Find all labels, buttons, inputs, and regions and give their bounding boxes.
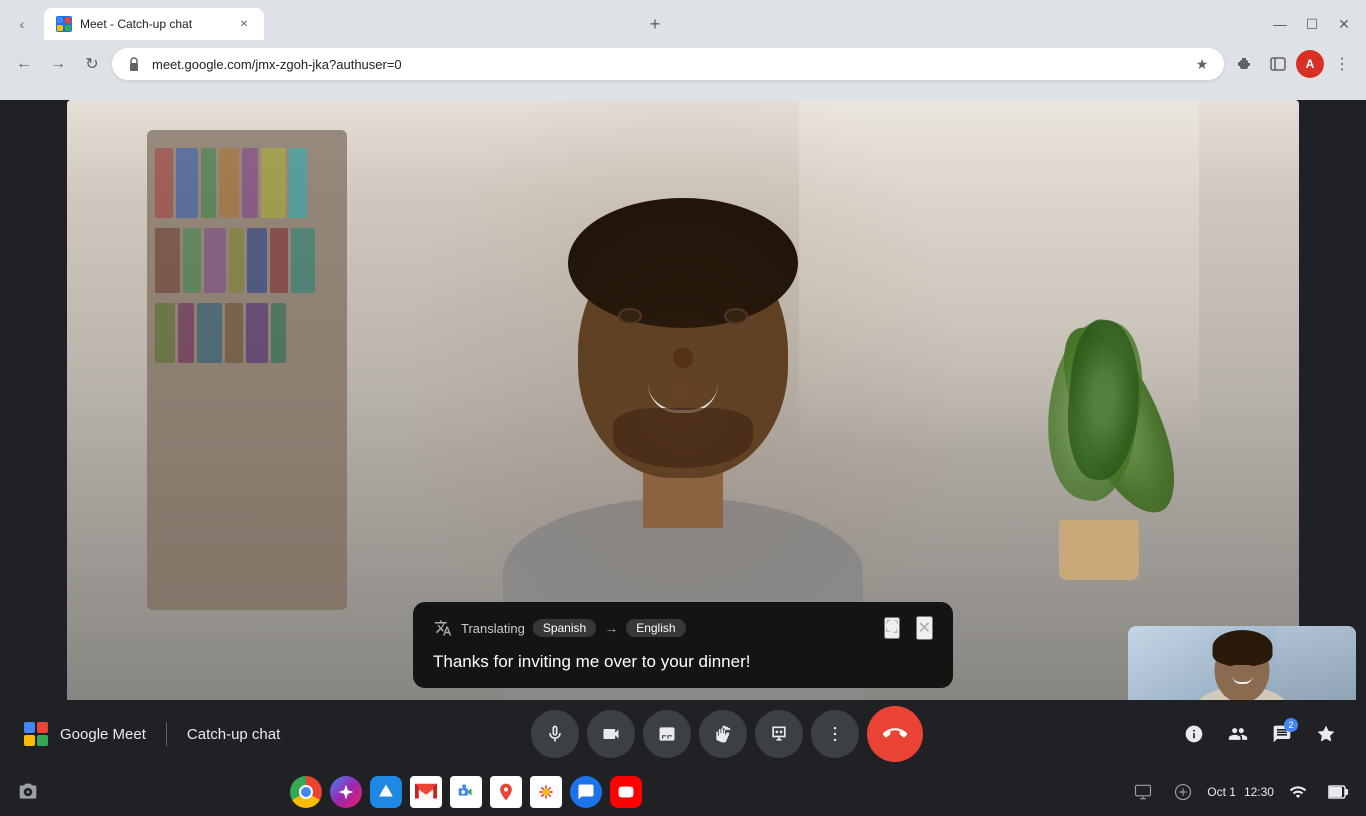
system-tray: Oct 1 12:30 xyxy=(1127,776,1354,808)
nav-controls: ← → ↻ xyxy=(8,48,108,80)
drive-icon[interactable] xyxy=(370,776,402,808)
tray-add-icon[interactable] xyxy=(1167,776,1199,808)
camera-button[interactable] xyxy=(587,710,635,758)
tab-bar: ‹ Meet - Catch-up chat ✕ + — ☐ xyxy=(0,0,1366,40)
from-language-badge: Spanish xyxy=(533,619,596,637)
arrow-icon: → xyxy=(604,620,618,636)
extensions-button[interactable] xyxy=(1228,48,1260,80)
maximize-button[interactable]: ☐ xyxy=(1298,10,1326,38)
google-g-icon xyxy=(24,722,48,746)
translation-text: Thanks for inviting me over to your dinn… xyxy=(433,650,933,674)
chat-button[interactable]: 2 xyxy=(1262,714,1302,754)
person-head xyxy=(578,228,788,478)
screenshot-icon[interactable] xyxy=(12,776,44,808)
taskbar-center xyxy=(290,776,642,808)
microphone-button[interactable] xyxy=(531,710,579,758)
to-language-badge: English xyxy=(626,619,685,637)
reload-button[interactable]: ↻ xyxy=(76,48,108,80)
chat-badge: 2 xyxy=(1284,718,1298,732)
center-controls xyxy=(531,706,923,762)
self-head xyxy=(1215,638,1270,703)
g-blue xyxy=(24,722,35,733)
chrome-icon[interactable] xyxy=(290,776,322,808)
present-button[interactable] xyxy=(755,710,803,758)
meet-divider xyxy=(166,722,167,746)
address-bar-row: ← → ↻ meet.google.com/jmx-zgoh-jka?authu… xyxy=(0,40,1366,88)
translate-icon xyxy=(433,618,453,638)
g-red xyxy=(37,722,48,733)
youtube-icon[interactable] xyxy=(610,776,642,808)
taskbar-right: Oct 1 12:30 xyxy=(1127,776,1354,808)
time-text: 12:30 xyxy=(1244,785,1274,799)
wifi-icon[interactable] xyxy=(1282,776,1314,808)
tray-screenshot-icon[interactable] xyxy=(1127,776,1159,808)
activities-button[interactable] xyxy=(1306,714,1346,754)
chrome-inner xyxy=(299,785,313,799)
translating-label: Translating xyxy=(461,621,525,636)
photos-icon[interactable] xyxy=(530,776,562,808)
translation-close-button[interactable]: ✕ xyxy=(916,616,933,640)
g-yellow xyxy=(24,735,35,746)
profile-button[interactable]: A xyxy=(1296,50,1324,78)
google-meet-logo-icon xyxy=(20,718,52,750)
taskbar-meet-icon[interactable] xyxy=(450,776,482,808)
meet-logo-text: Google Meet xyxy=(60,726,146,743)
meet-logo: Google Meet Catch-up chat xyxy=(20,718,280,750)
captions-button[interactable] xyxy=(643,710,691,758)
self-hair xyxy=(1212,630,1272,665)
new-tab-button[interactable]: + xyxy=(641,10,669,38)
tab-list: Meet - Catch-up chat ✕ xyxy=(44,8,633,40)
battery-icon[interactable] xyxy=(1322,776,1354,808)
maps-icon[interactable] xyxy=(490,776,522,808)
info-button[interactable] xyxy=(1174,714,1214,754)
url-text: meet.google.com/jmx-zgoh-jka?authuser=0 xyxy=(152,57,1184,72)
lock-icon xyxy=(124,54,144,74)
right-controls: 2 xyxy=(1174,714,1346,754)
gmail-icon[interactable] xyxy=(410,776,442,808)
control-bar: Google Meet Catch-up chat xyxy=(0,700,1366,768)
toolbar-right: A ⋮ xyxy=(1228,48,1358,80)
address-bar[interactable]: meet.google.com/jmx-zgoh-jka?authuser=0 … xyxy=(112,48,1224,80)
close-button[interactable]: ✕ xyxy=(1330,10,1358,38)
back-button[interactable]: ← xyxy=(8,48,40,80)
taskbar: Oct 1 12:30 xyxy=(0,768,1366,816)
participants-button[interactable] xyxy=(1218,714,1258,754)
end-call-button[interactable] xyxy=(867,706,923,762)
messages-icon[interactable] xyxy=(570,776,602,808)
tab-nav-buttons: ‹ xyxy=(8,10,36,38)
bookmark-icon[interactable]: ★ xyxy=(1192,54,1212,74)
tab-title: Meet - Catch-up chat xyxy=(80,17,228,31)
plant xyxy=(1019,180,1219,580)
translation-expand-button[interactable]: ⛶ xyxy=(884,617,899,639)
meeting-title: Catch-up chat xyxy=(187,726,280,743)
minimize-button[interactable]: — xyxy=(1266,10,1294,38)
translation-header: Translating Spanish → English ⛶ ✕ xyxy=(433,616,933,640)
person-hair xyxy=(568,198,798,328)
browser-chrome: ‹ Meet - Catch-up chat ✕ + — ☐ xyxy=(0,0,1366,100)
tab-favicon xyxy=(56,16,72,32)
tab-close-button[interactable]: ✕ xyxy=(236,16,252,32)
tab-list-previous[interactable]: ‹ xyxy=(8,10,36,38)
bard-icon[interactable] xyxy=(330,776,362,808)
taskbar-left xyxy=(12,776,44,808)
active-tab[interactable]: Meet - Catch-up chat ✕ xyxy=(44,8,264,40)
date-text: Oct 1 xyxy=(1207,785,1236,799)
menu-button[interactable]: ⋮ xyxy=(1326,48,1358,80)
forward-button[interactable]: → xyxy=(42,48,74,80)
window-controls: — ☐ ✕ xyxy=(1266,10,1358,38)
meet-container: Joe Carlson Translating Spanish → Englis… xyxy=(0,100,1366,768)
main-video: Joe Carlson Translating Spanish → Englis… xyxy=(67,100,1299,748)
address-icons: ★ xyxy=(1192,54,1212,74)
g-green xyxy=(37,735,48,746)
raise-hand-button[interactable] xyxy=(699,710,747,758)
sidebar-button[interactable] xyxy=(1262,48,1294,80)
translation-overlay: Translating Spanish → English ⛶ ✕ Thanks… xyxy=(413,602,953,688)
more-options-button[interactable] xyxy=(811,710,859,758)
bookshelf xyxy=(147,130,347,610)
